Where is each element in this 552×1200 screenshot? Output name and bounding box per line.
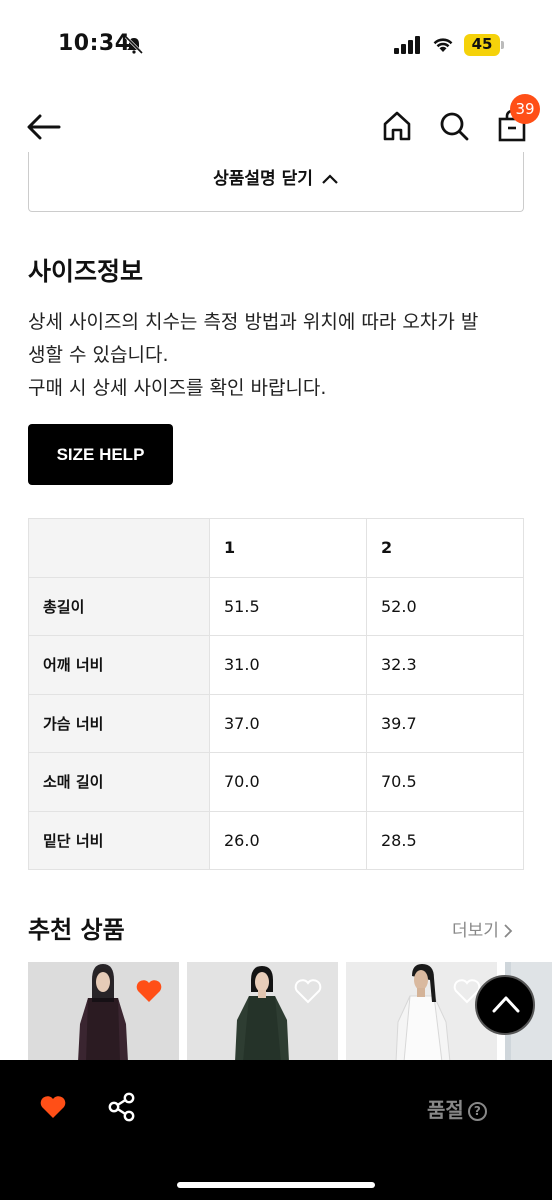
table-row: 소매 길이 70.0 70.5 bbox=[28, 752, 524, 812]
description-line: 생할 수 있습니다. bbox=[28, 344, 169, 366]
measurement-label: 소매 길이 bbox=[28, 752, 210, 812]
size-help-button[interactable]: SIZE HELP bbox=[28, 424, 173, 485]
product-image bbox=[28, 962, 179, 1062]
status-time: 10:34 bbox=[58, 31, 131, 56]
table-row: 총길이 51.5 52.0 bbox=[28, 576, 524, 636]
bottom-action-bar: 품절? bbox=[0, 1060, 552, 1200]
measurement-label: 밑단 너비 bbox=[28, 810, 210, 870]
product-card[interactable] bbox=[28, 962, 179, 1062]
measurement-value: 26.0 bbox=[209, 810, 367, 870]
measurement-value: 28.5 bbox=[366, 810, 524, 870]
table-row: 가슴 너비 37.0 39.7 bbox=[28, 693, 524, 753]
back-arrow-icon[interactable] bbox=[27, 114, 61, 140]
measurement-value: 37.0 bbox=[209, 693, 367, 753]
measurement-label: 어깨 너비 bbox=[28, 635, 210, 695]
measurement-label: 가슴 너비 bbox=[28, 693, 210, 753]
see-more-link[interactable]: 더보기 bbox=[452, 916, 513, 941]
description-line: 상세 사이즈의 치수는 측정 방법과 위치에 따라 오차가 발 bbox=[28, 311, 479, 333]
bell-muted-icon bbox=[124, 35, 144, 55]
collapse-label: 상품설명 닫기 bbox=[213, 169, 313, 189]
battery-indicator: 45 bbox=[464, 34, 504, 56]
help-question-icon[interactable]: ? bbox=[467, 1102, 487, 1121]
size-table: 1 2 총길이 51.5 52.0 어깨 너비 31.0 32.3 가슴 너비 … bbox=[28, 518, 524, 870]
recommend-title: 추천 상품 bbox=[28, 916, 125, 944]
product-image bbox=[187, 962, 338, 1062]
like-heart-icon[interactable] bbox=[39, 1094, 67, 1120]
cell-signal-icon bbox=[394, 36, 420, 54]
measurement-value: 31.0 bbox=[209, 635, 367, 695]
measurement-value: 51.5 bbox=[209, 576, 367, 636]
status-bar: 10:34 45 bbox=[0, 0, 552, 90]
product-image bbox=[346, 962, 497, 1062]
collapse-description-button[interactable]: 상품설명 닫기 bbox=[28, 152, 524, 212]
battery-level: 45 bbox=[471, 35, 493, 53]
table-header-row: 1 2 bbox=[28, 518, 524, 578]
wifi-icon bbox=[433, 38, 453, 52]
heart-filled-icon[interactable] bbox=[135, 978, 163, 1004]
see-more-label: 더보기 bbox=[452, 921, 499, 941]
table-corner-cell bbox=[28, 518, 210, 578]
search-icon[interactable] bbox=[438, 110, 470, 142]
description-line: 구매 시 상세 사이즈를 확인 바랍니다. bbox=[28, 377, 327, 399]
size-column-header: 1 bbox=[209, 518, 367, 578]
measurement-value: 52.0 bbox=[366, 576, 524, 636]
sold-out-status: 품절? bbox=[427, 1094, 487, 1123]
size-info-title: 사이즈정보 bbox=[28, 257, 144, 286]
chevron-right-icon bbox=[504, 924, 513, 938]
scroll-to-top-button[interactable] bbox=[475, 975, 535, 1035]
table-row: 밑단 너비 26.0 28.5 bbox=[28, 810, 524, 870]
table-row: 어깨 너비 31.0 32.3 bbox=[28, 635, 524, 695]
share-icon[interactable] bbox=[108, 1092, 136, 1122]
measurement-value: 39.7 bbox=[366, 693, 524, 753]
sold-out-label: 품절 bbox=[427, 1098, 464, 1122]
recommend-carousel[interactable] bbox=[28, 962, 552, 1062]
cart-count-badge: 39 bbox=[510, 94, 540, 124]
home-icon[interactable] bbox=[381, 110, 413, 142]
measurement-label: 총길이 bbox=[28, 576, 210, 636]
chevron-up-icon bbox=[322, 174, 338, 184]
product-card[interactable] bbox=[187, 962, 338, 1062]
chevron-up-icon bbox=[492, 996, 520, 1013]
product-card[interactable] bbox=[346, 962, 497, 1062]
heart-outline-icon[interactable] bbox=[294, 978, 322, 1004]
size-column-header: 2 bbox=[366, 518, 524, 578]
size-info-description: 상세 사이즈의 치수는 측정 방법과 위치에 따라 오차가 발 생할 수 있습니… bbox=[28, 306, 528, 405]
measurement-value: 70.5 bbox=[366, 752, 524, 812]
measurement-value: 70.0 bbox=[209, 752, 367, 812]
home-indicator bbox=[177, 1182, 375, 1188]
measurement-value: 32.3 bbox=[366, 635, 524, 695]
